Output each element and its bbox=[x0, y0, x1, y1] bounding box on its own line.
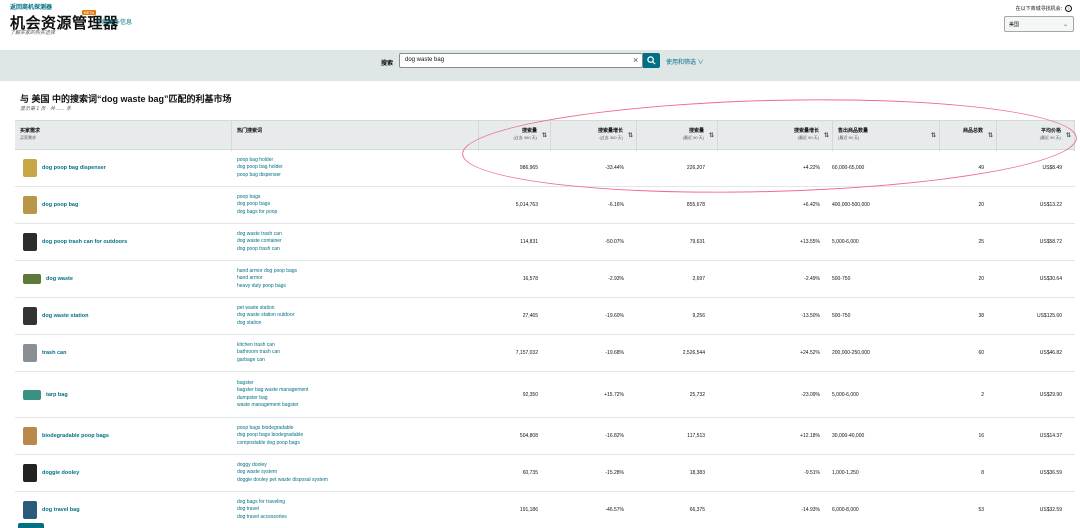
page-header: 返回商机探测器 机会资源管理器 BETA 了解更多信息 了解买家的购买选择 在以… bbox=[0, 0, 1080, 50]
cell-units-sold: 500-750 bbox=[832, 276, 851, 282]
marketplace-label: 在以下商城寻找机会:? bbox=[1016, 5, 1072, 12]
column-header-sublabel: (过去 360 天) bbox=[599, 135, 623, 140]
cell-units-sold: 30,000-40,000 bbox=[832, 433, 865, 439]
cell-units-sold: 5,000-6,000 bbox=[832, 391, 859, 398]
column-header-terms: 热门搜索词 bbox=[232, 121, 479, 151]
column-header-niche: 买家需求 买家需求 bbox=[15, 121, 232, 151]
column-header-label: 热门搜索词 bbox=[237, 128, 263, 134]
column-header-label: 商品总数 bbox=[962, 128, 983, 134]
sort-icon[interactable]: ⇅ bbox=[824, 132, 829, 139]
cell-units-sold: 6,000-8,000 bbox=[832, 507, 859, 513]
sort-icon[interactable]: ⇅ bbox=[931, 132, 936, 139]
table-row: dog waste station pet waste station dog wa… bbox=[15, 298, 1075, 335]
cell-units-sold: 5,000-6,000 bbox=[832, 239, 859, 245]
search-icon bbox=[647, 56, 656, 65]
table-row: dog poop bag poop bags dog poop bags dog ba… bbox=[15, 187, 1075, 224]
column-header-label: 搜索量 bbox=[688, 128, 704, 134]
column-header-sublabel: 买家需求 bbox=[20, 135, 36, 140]
column-header-units-sold[interactable]: 售出商品数量 (最近 90 天) ⇅ bbox=[833, 121, 940, 151]
search-label: 搜索 bbox=[381, 61, 394, 67]
column-header-label: 搜索量增长 bbox=[597, 128, 623, 134]
table-header: 买家需求 买家需求 热门搜索词 搜索量 (过去 360 天) ⇅ 搜索量增长 (过去 360 … bbox=[15, 120, 1075, 151]
table-row: tarp bag bagster bagster bag waste managem… bbox=[15, 372, 1075, 418]
column-header-sublabel: (最近 90 天) bbox=[1039, 135, 1061, 140]
column-header-sublabel: (过去 360 天) bbox=[513, 135, 537, 140]
column-header-search-growth-90[interactable]: 搜索量增长 (最近 90 天) ⇅ bbox=[718, 121, 833, 151]
sort-icon[interactable]: ⇅ bbox=[709, 132, 714, 139]
column-header-sublabel: (最近 90 天) bbox=[797, 135, 819, 140]
column-header-label: 平均价格 bbox=[1040, 128, 1061, 134]
column-header-label: 搜索量增长 bbox=[793, 128, 819, 134]
table-row: trash can kitchen trash can bathroom trash… bbox=[15, 335, 1075, 372]
column-header-search-volume-360[interactable]: 搜索量 (过去 360 天) ⇅ bbox=[479, 121, 551, 151]
table-row: dog poop trash can for outdoors dog waste… bbox=[15, 224, 1075, 261]
column-header-label: 买家需求 bbox=[20, 128, 41, 134]
results-title: 与 美国 中的搜索词“dog waste bag”匹配的利基市场 bbox=[20, 94, 232, 104]
beta-badge: BETA bbox=[82, 10, 97, 15]
cell-units-sold: 400,000-500,000 bbox=[832, 202, 870, 208]
table-row: dog travel bag dog bags for traveling dog … bbox=[15, 492, 1075, 528]
learn-more-link[interactable]: 了解更多信息 bbox=[96, 17, 132, 26]
table-row: dog poop bag dispenser poop bag holder dog… bbox=[15, 150, 1075, 187]
search-input[interactable]: dog waste bag bbox=[399, 53, 643, 68]
sort-icon[interactable]: ⇅ bbox=[988, 132, 993, 139]
sort-icon[interactable]: ⇅ bbox=[628, 132, 633, 139]
sort-icon[interactable]: ⇅ bbox=[1066, 132, 1071, 139]
table-row: biodegradable poop bags poop bags biodegr… bbox=[15, 418, 1075, 455]
column-header-label: 售出商品数量 bbox=[838, 128, 869, 134]
results-subtitle: 显示第 1 页 · 共 ...... 条 bbox=[20, 106, 72, 112]
table-row: doggie dooley doggy dooley dog waste syste… bbox=[15, 455, 1075, 492]
column-header-product-count[interactable]: 商品总数 ⇅ bbox=[940, 121, 997, 151]
column-header-label: 搜索量 bbox=[521, 128, 537, 134]
table-row: dog waste hand armor dog poop bags hand ar… bbox=[15, 261, 1075, 298]
search-button[interactable] bbox=[643, 53, 660, 68]
column-header-search-growth-360[interactable]: 搜索量增长 (过去 360 天) ⇅ bbox=[551, 121, 637, 151]
page-subtitle: 了解买家的购买选择 bbox=[10, 30, 56, 36]
column-header-sublabel: (最近 90 天) bbox=[682, 135, 704, 140]
cell-units-sold: 1,000-1,250 bbox=[832, 470, 859, 476]
pagination-button[interactable] bbox=[18, 523, 44, 528]
column-header-search-volume-90[interactable]: 搜索量 (最近 90 天) ⇅ bbox=[637, 121, 718, 151]
filter-link[interactable]: 使用和筛选 ∨ bbox=[666, 57, 704, 66]
help-icon[interactable]: ? bbox=[1065, 5, 1072, 12]
column-header-avg-price[interactable]: 平均价格 (最近 90 天) ⇅ bbox=[997, 121, 1075, 151]
sort-icon[interactable]: ⇅ bbox=[542, 132, 547, 139]
cell-units-sold: 500-750 bbox=[832, 313, 851, 319]
column-header-sublabel: (最近 90 天) bbox=[838, 135, 860, 140]
niche-table: 买家需求 买家需求 热门搜索词 搜索量 (过去 360 天) ⇅ 搜索量增长 (过去 360 … bbox=[15, 120, 1075, 528]
table-body: dog poop bag dispenser poop bag holder dog… bbox=[15, 150, 1075, 528]
clear-icon[interactable]: × bbox=[633, 55, 638, 65]
chevron-down-icon: ⌄ bbox=[1062, 22, 1068, 28]
cell-units-sold: 60,000-65,000 bbox=[832, 165, 865, 171]
back-link[interactable]: 返回商机探测器 bbox=[10, 2, 52, 11]
marketplace-select[interactable]: 美国 ⌄ bbox=[1004, 16, 1074, 32]
cell-units-sold: 200,000-250,000 bbox=[832, 350, 870, 356]
